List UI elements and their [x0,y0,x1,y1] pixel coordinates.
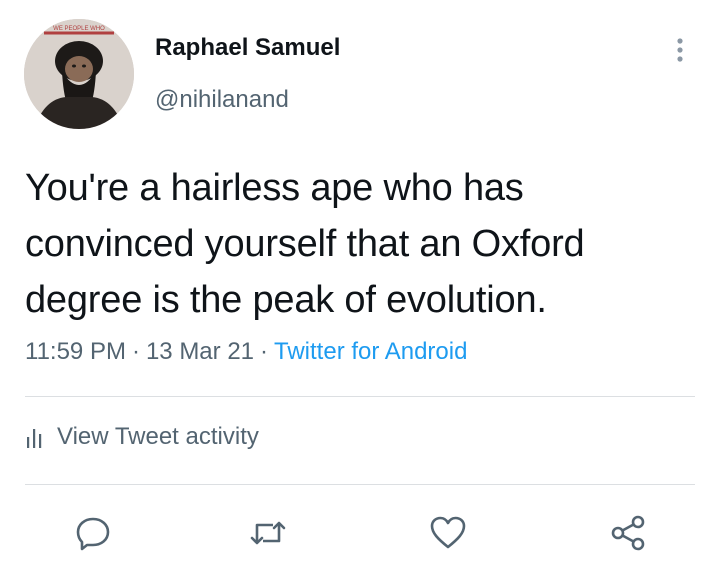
like-icon [430,516,466,549]
tweet-time[interactable]: 11:59 PM [25,338,126,365]
share-button[interactable] [605,510,651,556]
share-icon [611,515,645,551]
bar-chart-icon [27,429,42,448]
profile-photo: WE PEOPLE WHO [24,19,134,129]
tweet-metadata: 11:59 PM · 13 Mar 21 · Twitter for Android [25,338,467,366]
reply-button[interactable] [70,510,116,556]
view-tweet-activity-label: View Tweet activity [57,423,259,450]
retweet-icon [250,521,286,545]
more-options-button[interactable] [665,30,695,70]
retweet-button[interactable] [245,510,291,556]
divider [25,396,695,397]
tweet: WE PEOPLE WHO Raphael Samuel @nihilanand… [0,0,720,581]
meta-separator: · [260,338,269,365]
user-handle[interactable]: @nihilanand [155,86,289,114]
tweet-source-link[interactable]: Twitter for Android [274,338,467,365]
reply-icon [76,517,110,551]
meta-separator: · [131,338,140,365]
avatar-caption: WE PEOPLE WHO [53,26,105,32]
like-button[interactable] [425,510,471,556]
more-vertical-icon [677,38,683,62]
tweet-date[interactable]: 13 Mar 21 [146,338,254,365]
avatar[interactable]: WE PEOPLE WHO [24,19,134,129]
view-tweet-activity-link[interactable]: View Tweet activity [25,423,259,451]
display-name[interactable]: Raphael Samuel [155,34,340,62]
divider [25,484,695,485]
tweet-text: You're a hairless ape who has convinced … [25,167,585,321]
tweet-actions-bar [0,510,720,560]
